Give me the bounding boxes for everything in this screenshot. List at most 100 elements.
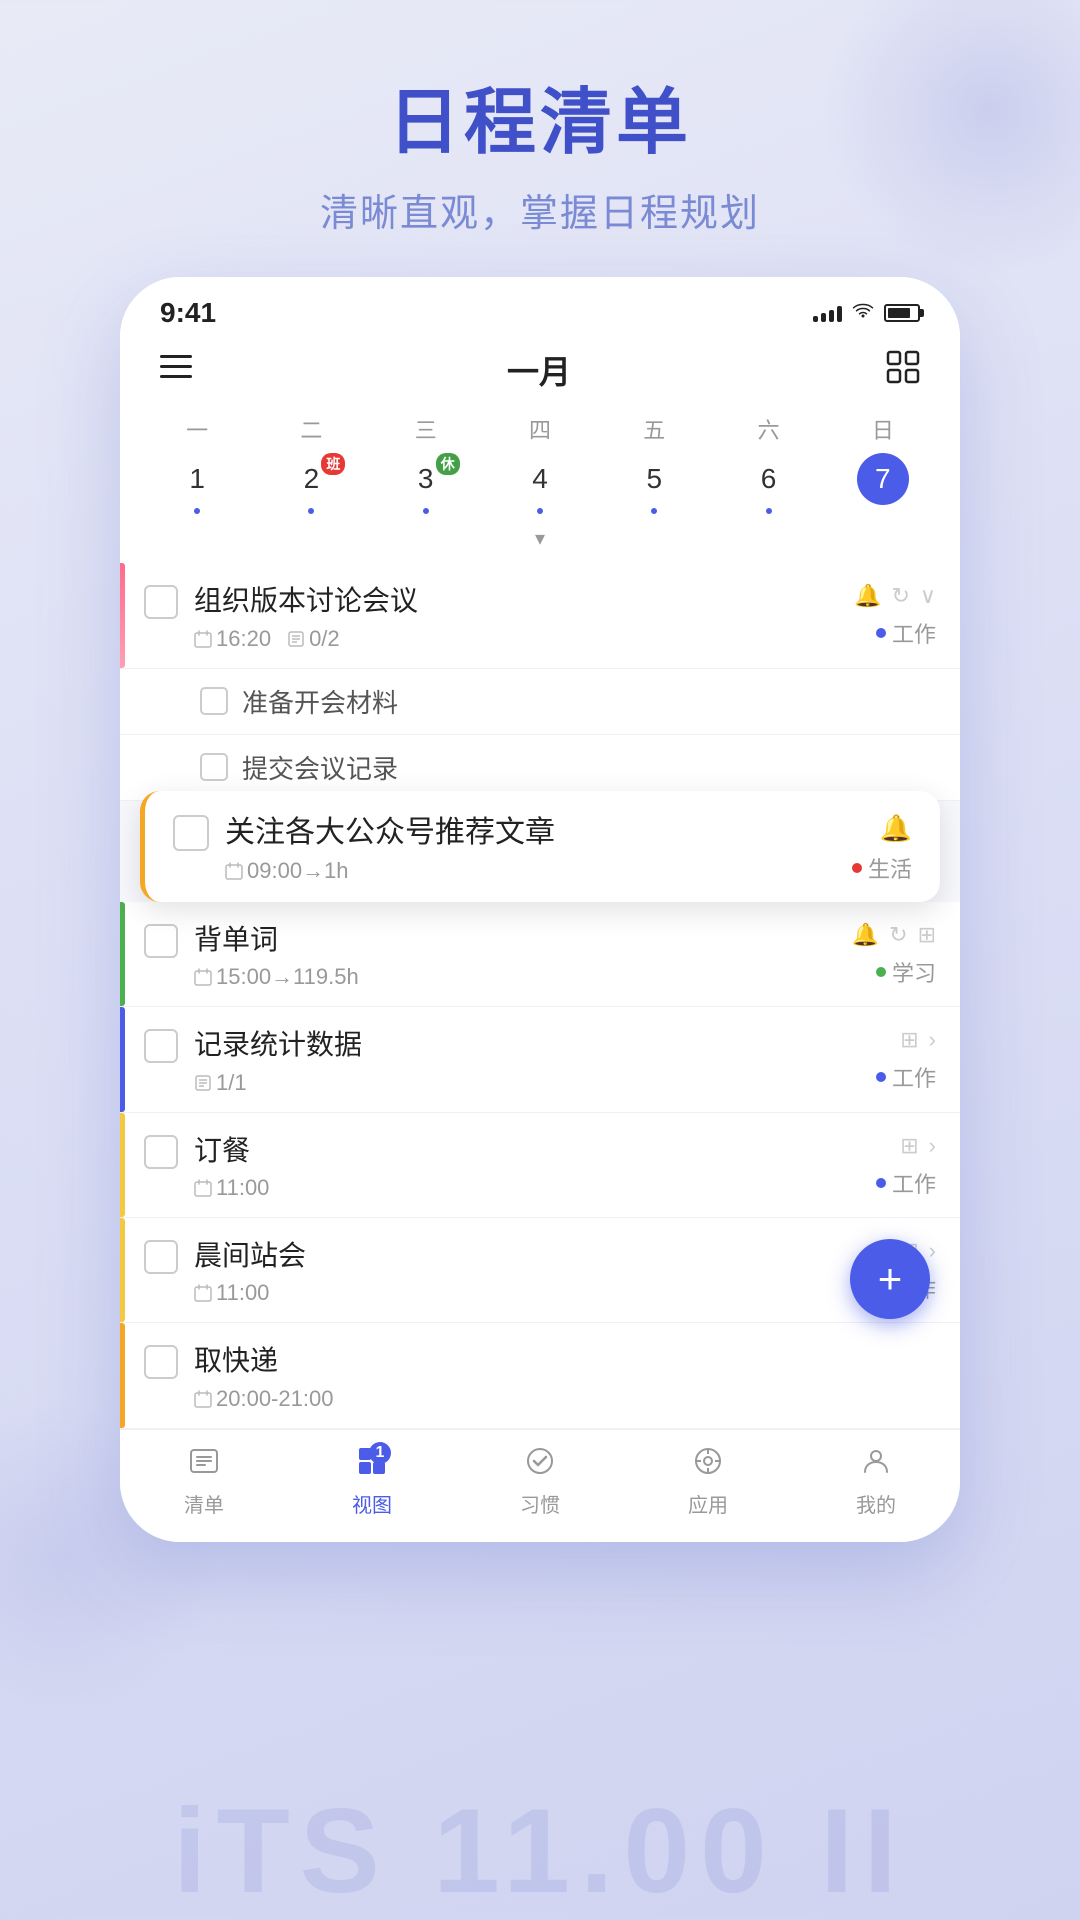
- app-header: 一月: [120, 337, 960, 409]
- arrow-icon-5[interactable]: ›: [929, 1133, 936, 1159]
- day-cell-1[interactable]: 1: [157, 453, 237, 514]
- featured-task-time: 09:00→1h: [225, 858, 349, 884]
- task-list: 组织版本讨论会议 16:20 0/2 🔔: [120, 563, 960, 1428]
- subtask-checkbox-1[interactable]: [200, 687, 228, 715]
- featured-task[interactable]: 关注各大公众号推荐文章 09:00→1h 🔔 生活: [140, 791, 940, 902]
- task-checkbox-7[interactable]: [144, 1345, 178, 1379]
- task-item-7[interactable]: 取快递 20:00-21:00: [120, 1323, 960, 1428]
- status-bar: 9:41: [120, 277, 960, 337]
- status-time: 9:41: [160, 297, 216, 329]
- task-item-6[interactable]: 晨间站会 11:00 ⊞ › 工作: [120, 1218, 960, 1323]
- task-checkbox-4[interactable]: [144, 1029, 178, 1063]
- subtask-item-1[interactable]: 准备开会材料: [120, 669, 960, 735]
- task-meta-3: 15:00→119.5h: [194, 964, 852, 990]
- day-header-fri: 五: [614, 413, 694, 445]
- grid-icon-4: ⊞: [900, 1027, 918, 1053]
- tag-dot-1: [876, 628, 886, 638]
- signal-icon: [813, 304, 842, 322]
- nav-item-mine[interactable]: 我的: [826, 1446, 926, 1518]
- page-title: 日程清单: [0, 80, 1080, 166]
- month-display: 一月: [507, 347, 571, 393]
- tag-label-4: 工作: [892, 1061, 936, 1093]
- day-cell-7[interactable]: 7: [843, 453, 923, 514]
- nav-item-view[interactable]: 1 视图: [322, 1446, 422, 1518]
- task-meta-4: 1/1: [194, 1070, 876, 1096]
- subtask-checkbox-2[interactable]: [200, 753, 228, 781]
- grid-icon-5: ⊞: [900, 1133, 918, 1159]
- view-nav-badge: 1: [369, 1442, 391, 1464]
- task-checkbox-3[interactable]: [144, 924, 178, 958]
- task-content-1: 组织版本讨论会议 16:20 0/2: [194, 583, 854, 651]
- bottom-nav: 清单 1 视图: [120, 1429, 960, 1542]
- task-actions-4: ⊞ › 工作: [876, 1027, 936, 1093]
- fab-add-button[interactable]: +: [850, 1239, 930, 1319]
- repeat-icon-1: ↻: [891, 583, 909, 609]
- day-cell-5[interactable]: 5: [614, 453, 694, 514]
- day-cell-2[interactable]: 2 班: [271, 453, 351, 514]
- arrow-icon-6[interactable]: ›: [929, 1238, 936, 1264]
- task-count-1: 0/2: [287, 626, 340, 652]
- subtask-title-2: 提交会议记录: [242, 749, 398, 786]
- day-cell-6[interactable]: 6: [729, 453, 809, 514]
- phone-wrapper: 9:41: [0, 277, 1080, 1541]
- battery-icon: [884, 304, 920, 322]
- task-title-1: 组织版本讨论会议: [194, 583, 854, 619]
- day-badge-3: 休: [436, 453, 460, 475]
- list-nav-icon: [189, 1451, 219, 1482]
- task-actions-3: 🔔 ↻ ⊞ 学习: [852, 922, 936, 988]
- nav-item-app[interactable]: 应用: [658, 1446, 758, 1518]
- task-content-5: 订餐 11:00: [194, 1133, 876, 1201]
- expand-calendar-button[interactable]: ▾: [140, 522, 940, 555]
- featured-task-checkbox[interactable]: [173, 815, 209, 851]
- its-watermark: iTS 11.00 II: [173, 1782, 907, 1920]
- expand-icon-1[interactable]: ∨: [920, 583, 936, 609]
- featured-task-title: 关注各大公众号推荐文章: [225, 813, 852, 852]
- nav-label-list: 清单: [184, 1489, 224, 1518]
- phone-mockup: 9:41: [120, 277, 960, 1541]
- task-content-3: 背单词 15:00→119.5h: [194, 922, 852, 990]
- task-checkbox-1[interactable]: [144, 585, 178, 619]
- nav-item-list[interactable]: 清单: [154, 1446, 254, 1518]
- alarm-icon-1: 🔔: [854, 583, 881, 609]
- tag-label-1: 工作: [892, 617, 936, 649]
- task-title-3: 背单词: [194, 922, 852, 958]
- nav-label-app: 应用: [688, 1489, 728, 1518]
- subtask-title-1: 准备开会材料: [242, 683, 398, 720]
- repeat-icon-3: ↻: [889, 922, 907, 948]
- task-title-4: 记录统计数据: [194, 1027, 876, 1063]
- task-item-3[interactable]: 背单词 15:00→119.5h 🔔 ↻ ⊞: [120, 902, 960, 1007]
- task-item-5[interactable]: 订餐 11:00 ⊞ › 工作: [120, 1113, 960, 1218]
- task-title-5: 订餐: [194, 1133, 876, 1169]
- calendar-grid-icon[interactable]: [886, 350, 920, 391]
- tag-dot-3: [876, 967, 886, 977]
- page-subtitle: 清晰直观，掌握日程规划: [0, 182, 1080, 237]
- task-checkbox-6[interactable]: [144, 1240, 178, 1274]
- task-time-6: 11:00: [194, 1280, 269, 1306]
- task-meta-7: 20:00-21:00: [194, 1386, 936, 1412]
- status-icons: [813, 302, 920, 325]
- task-content-6: 晨间站会 11:00: [194, 1238, 876, 1306]
- tag-dot-4: [876, 1072, 886, 1082]
- day-cell-3[interactable]: 3 休: [386, 453, 466, 514]
- featured-task-content: 关注各大公众号推荐文章 09:00→1h: [225, 813, 852, 884]
- menu-icon[interactable]: [160, 353, 192, 387]
- task-time-5: 11:00: [194, 1175, 269, 1201]
- task-meta-5: 11:00: [194, 1175, 876, 1201]
- day-cell-4[interactable]: 4: [500, 453, 580, 514]
- day-headers: 一 二 三 四 五 六 日: [140, 409, 940, 449]
- nav-item-habit[interactable]: 习惯: [490, 1446, 590, 1518]
- task-checkbox-5[interactable]: [144, 1135, 178, 1169]
- day-header-wed: 三: [386, 413, 466, 445]
- task-item-1[interactable]: 组织版本讨论会议 16:20 0/2 🔔: [120, 563, 960, 668]
- task-time-7: 20:00-21:00: [194, 1386, 333, 1412]
- task-content-4: 记录统计数据 1/1: [194, 1027, 876, 1095]
- task-item-4[interactable]: 记录统计数据 1/1 ⊞ › 工作: [120, 1007, 960, 1112]
- tag-label-3: 学习: [892, 956, 936, 988]
- task-time-3: 15:00→119.5h: [194, 964, 359, 990]
- app-nav-icon: [693, 1451, 723, 1482]
- calendar-week: 一 二 三 四 五 六 日 1 2 班: [120, 409, 960, 563]
- arrow-icon-4[interactable]: ›: [929, 1027, 936, 1053]
- page-header: 日程清单 清晰直观，掌握日程规划: [0, 0, 1080, 277]
- day-numbers: 1 2 班 3 休 4: [140, 449, 940, 522]
- habit-nav-icon: [525, 1451, 555, 1482]
